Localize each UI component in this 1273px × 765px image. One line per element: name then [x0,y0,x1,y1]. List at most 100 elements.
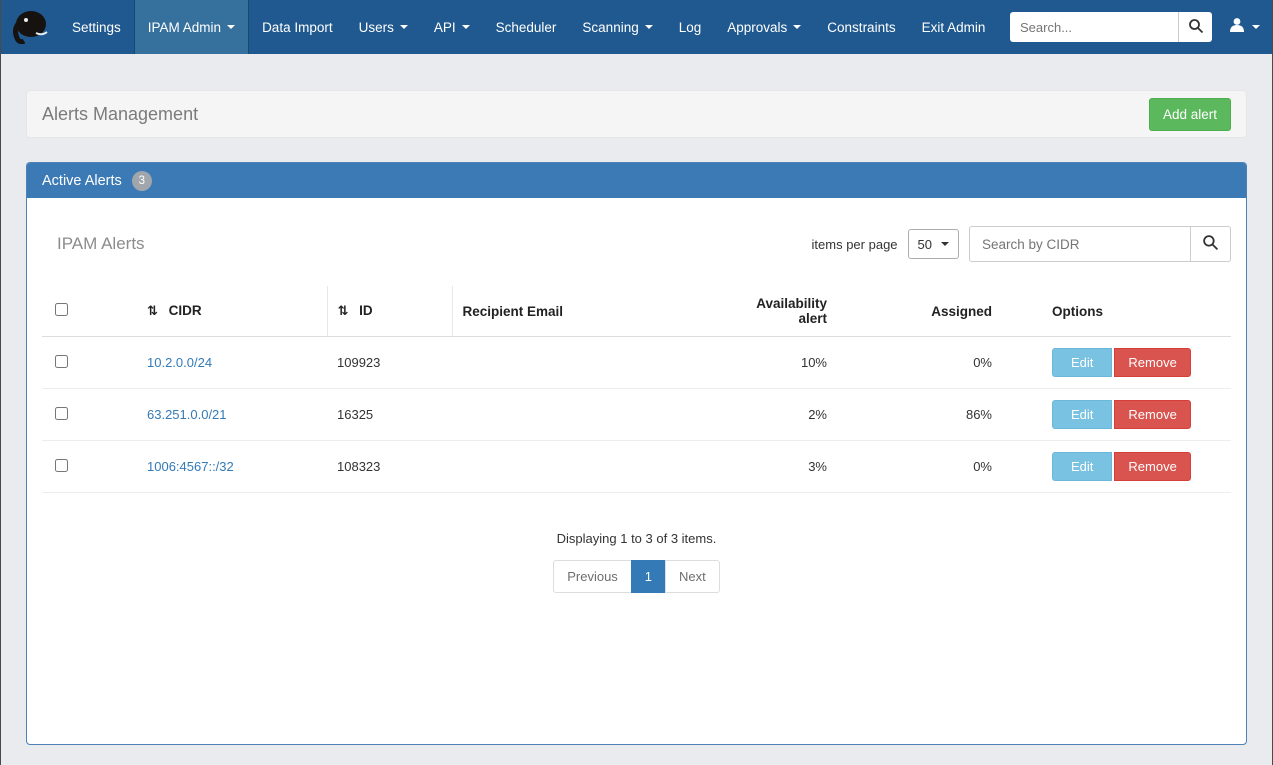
app-screen: Settings IPAM Admin Data Import Users AP… [0,0,1273,765]
main-content: Alerts Management Add alert Active Alert… [1,54,1272,745]
pagination-next[interactable]: Next [665,560,720,593]
row-checkbox[interactable] [55,407,68,420]
navbar-search-button[interactable] [1178,12,1212,42]
nav-item-label: IPAM Admin [148,20,221,35]
nav-item-ipam-admin[interactable]: IPAM Admin [134,0,249,54]
pagination-page-1[interactable]: 1 [631,560,666,593]
table-row: 63.251.0.0/21 16325 2% 86% EditRemove [42,389,1231,441]
chevron-down-icon [1252,25,1260,29]
row-checkbox[interactable] [55,459,68,472]
table-header-row: ⇅ CIDR ⇅ ID Recipient Email Av [42,286,1231,337]
cidr-link[interactable]: 1006:4567::/32 [147,459,234,474]
id-cell: 108323 [327,441,452,493]
row-checkbox[interactable] [55,355,68,368]
availability-cell: 2% [722,389,837,441]
search-icon [1188,18,1204,37]
table-toolbar: IPAM Alerts items per page 50 [42,226,1231,262]
items-per-page-select[interactable]: 50 [908,229,959,259]
recipient-email-cell [452,389,722,441]
chevron-down-icon [462,25,470,29]
nav-item-scheduler[interactable]: Scheduler [483,0,570,54]
table-row: 1006:4567::/32 108323 3% 0% EditRemove [42,441,1231,493]
app-logo[interactable] [1,0,59,54]
nav-item-approvals[interactable]: Approvals [714,0,814,54]
user-menu[interactable] [1228,16,1260,39]
nav-item-label: Exit Admin [922,20,986,35]
column-header-recipient-email: Recipient Email [452,286,722,337]
pagination-previous[interactable]: Previous [553,560,632,593]
nav-item-label: Approvals [727,20,787,35]
edit-button[interactable]: Edit [1052,400,1112,429]
items-per-page-value: 50 [918,237,932,252]
remove-button[interactable]: Remove [1114,452,1190,481]
remove-button[interactable]: Remove [1114,400,1190,429]
column-header-assigned: Assigned [837,286,1002,337]
panel-heading: Active Alerts 3 [27,163,1246,198]
pagination: Previous 1 Next [42,560,1231,593]
recipient-email-cell [452,441,722,493]
chevron-down-icon [793,25,801,29]
nav-item-users[interactable]: Users [346,0,421,54]
edit-button[interactable]: Edit [1052,348,1112,377]
edit-button[interactable]: Edit [1052,452,1112,481]
column-label: Assigned [931,304,992,319]
top-navbar: Settings IPAM Admin Data Import Users AP… [1,0,1272,54]
select-all-checkbox[interactable] [55,303,68,316]
chevron-down-icon [400,25,408,29]
chevron-down-icon [941,242,949,246]
nav-item-constraints[interactable]: Constraints [814,0,908,54]
column-label: ID [359,303,373,318]
page-header: Alerts Management Add alert [26,90,1247,138]
column-label: Recipient Email [463,304,564,319]
column-header-cidr[interactable]: ⇅ CIDR [137,286,327,337]
elephant-logo-icon [10,6,50,49]
add-alert-button[interactable]: Add alert [1149,98,1231,131]
nav-item-label: Data Import [262,20,333,35]
items-per-page-label: items per page [812,237,898,252]
user-icon [1228,16,1246,39]
nav-item-data-import[interactable]: Data Import [249,0,346,54]
cidr-search-input[interactable] [969,226,1191,262]
cidr-link[interactable]: 10.2.0.0/24 [147,355,212,370]
navbar-search [1010,12,1212,42]
panel-title: Active Alerts [42,173,122,189]
alert-count-badge: 3 [132,171,152,191]
nav-item-label: Log [679,20,702,35]
table-row: 10.2.0.0/24 109923 10% 0% EditRemove [42,337,1231,389]
sort-icon: ⇅ [147,303,158,318]
navbar-search-input[interactable] [1010,12,1178,42]
column-label: Availability alert [756,296,827,326]
column-label: Options [1052,304,1103,319]
page-title: Alerts Management [42,104,198,125]
availability-cell: 10% [722,337,837,389]
nav-item-label: Scanning [582,20,638,35]
select-all-header [42,286,137,337]
chevron-down-icon [645,25,653,29]
nav-item-log[interactable]: Log [666,0,715,54]
availability-cell: 3% [722,441,837,493]
nav-item-label: Constraints [827,20,895,35]
recipient-email-cell [452,337,722,389]
column-header-availability: Availability alert [722,286,837,337]
chevron-down-icon [227,25,235,29]
cidr-search-button[interactable] [1191,226,1231,262]
column-label: CIDR [169,303,202,318]
active-alerts-panel: Active Alerts 3 IPAM Alerts items per pa… [26,162,1247,745]
nav-item-settings[interactable]: Settings [59,0,134,54]
main-menu: Settings IPAM Admin Data Import Users AP… [59,0,998,54]
cidr-link[interactable]: 63.251.0.0/21 [147,407,227,422]
assigned-cell: 86% [837,389,1002,441]
nav-item-label: API [434,20,456,35]
nav-item-label: Settings [72,20,121,35]
search-icon [1202,234,1219,254]
nav-item-api[interactable]: API [421,0,483,54]
remove-button[interactable]: Remove [1114,348,1190,377]
sort-icon: ⇅ [338,303,349,318]
alerts-table: ⇅ CIDR ⇅ ID Recipient Email Av [42,286,1231,493]
nav-item-scanning[interactable]: Scanning [569,0,665,54]
column-header-id[interactable]: ⇅ ID [327,286,452,337]
assigned-cell: 0% [837,337,1002,389]
panel-body: IPAM Alerts items per page 50 [27,198,1246,611]
cidr-search [969,226,1231,262]
nav-item-exit-admin[interactable]: Exit Admin [909,0,999,54]
